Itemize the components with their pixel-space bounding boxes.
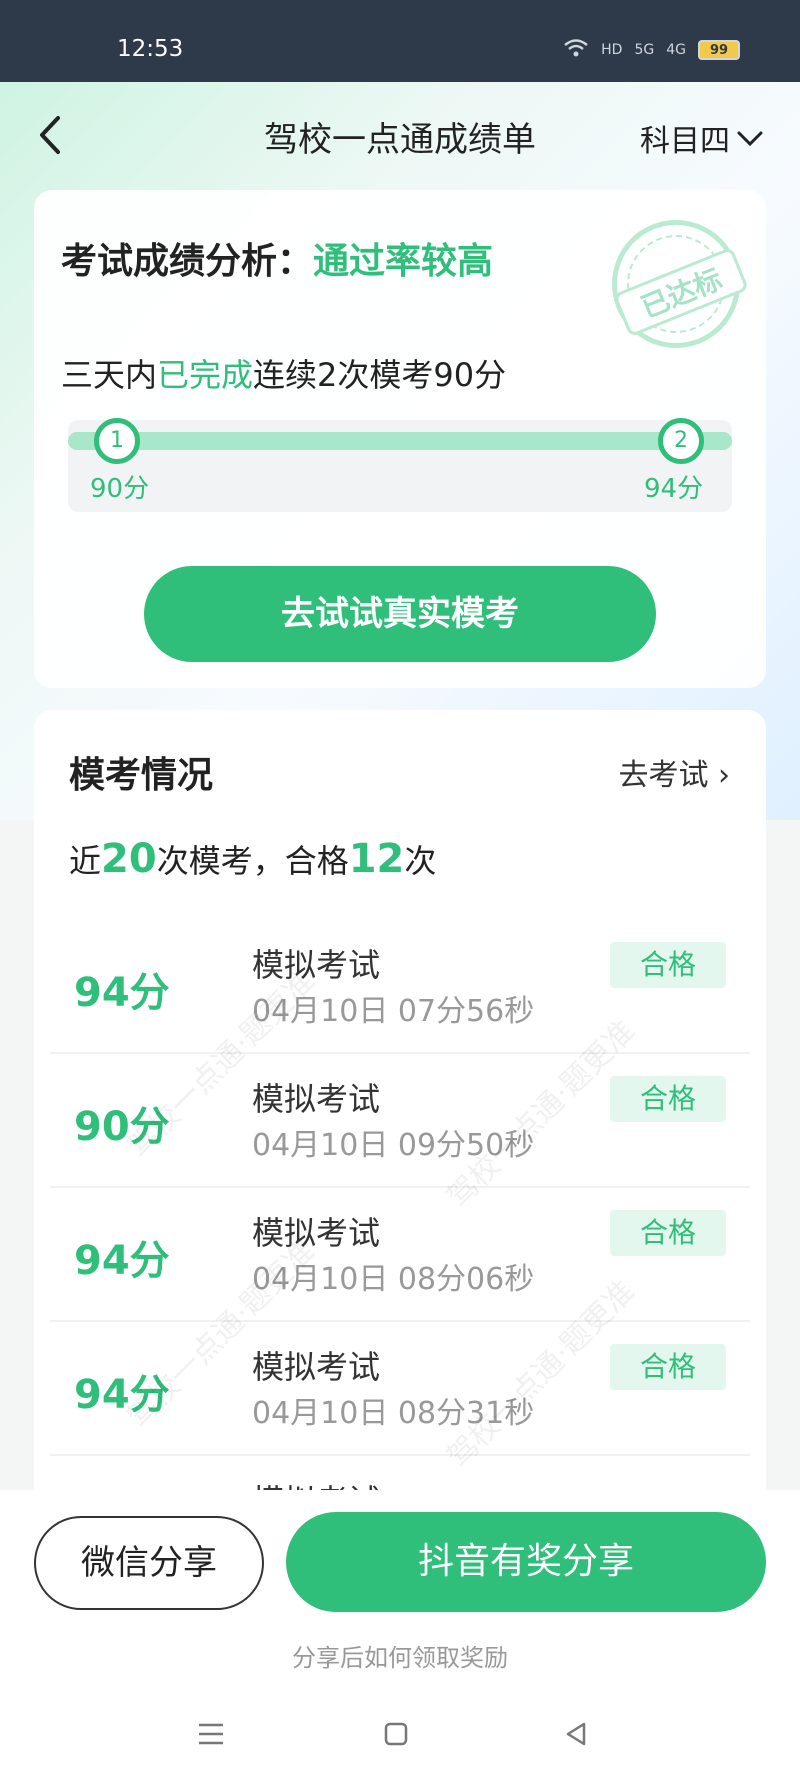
wifi-icon bbox=[563, 38, 589, 62]
streak-highlight: 已完成 bbox=[157, 356, 254, 394]
signal-4g-icon: 4G bbox=[666, 42, 686, 58]
mock-exam-list: 94分 模拟考试 04月10日 07分56秒 合格 90分 模拟考试 04月10… bbox=[50, 920, 750, 1510]
battery-icon: 99 bbox=[698, 40, 740, 60]
pass-badge: 合格 bbox=[610, 1210, 726, 1256]
row-time: 04月10日 07分56秒 bbox=[252, 994, 535, 1029]
row-time: 04月10日 09分50秒 bbox=[252, 1128, 535, 1163]
chevron-down-icon bbox=[736, 121, 764, 156]
streak-progress: 1 2 90分 94分 bbox=[68, 418, 732, 512]
analysis-card: 考试成绩分析：通过率较高 已达标 三天内已完成连续2次模考90分 1 2 90分… bbox=[34, 190, 766, 688]
streak-text: 三天内已完成连续2次模考90分 bbox=[61, 350, 506, 396]
analysis-title-highlight: 通过率较高 bbox=[313, 241, 494, 282]
pass-badge: 合格 bbox=[610, 1344, 726, 1390]
progress-node-1: 1 bbox=[94, 418, 140, 464]
signal-5g-icon: 5G bbox=[634, 42, 655, 58]
summary-part-a: 近 bbox=[69, 842, 102, 880]
summary-pass-count: 12 bbox=[348, 836, 405, 882]
row-score: 90分 bbox=[74, 1104, 170, 1150]
try-real-exam-button[interactable]: 去试试真实模考 bbox=[144, 566, 656, 662]
pass-badge: 合格 bbox=[610, 942, 726, 988]
row-name: 模拟考试 bbox=[252, 946, 381, 984]
progress-track bbox=[68, 432, 732, 450]
bottom-share-bar: 微信分享 抖音有奖分享 分享后如何领取奖励 bbox=[0, 1490, 800, 1778]
progress-score-1: 90分 bbox=[90, 474, 150, 504]
hd-icon: HD bbox=[601, 42, 623, 58]
summary-part-c: 次 bbox=[404, 842, 437, 880]
mock-summary: 近20次模考，合格12次 bbox=[69, 836, 436, 882]
pass-badge: 合格 bbox=[610, 1076, 726, 1122]
summary-count: 20 bbox=[101, 836, 157, 882]
list-item[interactable]: 94分 模拟考试 04月10日 07分56秒 合格 bbox=[50, 920, 750, 1054]
status-icons: HD 5G 4G 99 bbox=[563, 38, 740, 62]
status-time: 12:53 bbox=[117, 36, 184, 62]
row-name: 模拟考试 bbox=[252, 1348, 381, 1386]
row-name: 模拟考试 bbox=[252, 1214, 381, 1252]
row-score: 94分 bbox=[74, 970, 170, 1016]
row-name: 模拟考试 bbox=[252, 1080, 381, 1118]
analysis-title: 考试成绩分析：通过率较高 bbox=[61, 232, 493, 284]
mock-exam-card: 模考情况 去考试 › 近20次模考，合格12次 94分 模拟考试 04月10日 … bbox=[34, 710, 766, 1510]
list-item[interactable]: 90分 模拟考试 04月10日 09分50秒 合格 bbox=[50, 1054, 750, 1188]
subject-label: 科目四 bbox=[640, 124, 730, 159]
system-nav-bar bbox=[0, 1710, 800, 1760]
douyin-share-button[interactable]: 抖音有奖分享 bbox=[286, 1512, 766, 1612]
subject-selector[interactable]: 科目四 bbox=[640, 116, 764, 160]
summary-part-b: 次模考，合格 bbox=[156, 842, 349, 880]
share-reward-hint[interactable]: 分享后如何领取奖励 bbox=[0, 1638, 800, 1673]
go-exam-link[interactable]: 去考试 › bbox=[618, 750, 730, 794]
list-item[interactable]: 94分 模拟考试 04月10日 08分31秒 合格 bbox=[50, 1322, 750, 1456]
row-time: 04月10日 08分31秒 bbox=[252, 1396, 535, 1431]
home-icon[interactable] bbox=[382, 1720, 410, 1756]
wechat-share-button[interactable]: 微信分享 bbox=[34, 1516, 264, 1610]
mock-section-title: 模考情况 bbox=[69, 755, 214, 796]
progress-score-2: 94分 bbox=[644, 474, 704, 504]
nav-bar: 驾校一点通成绩单 科目四 bbox=[0, 82, 800, 192]
back-nav-icon[interactable] bbox=[562, 1720, 590, 1756]
row-time: 04月10日 08分06秒 bbox=[252, 1262, 535, 1297]
menu-icon[interactable] bbox=[196, 1720, 226, 1756]
progress-node-2: 2 bbox=[658, 418, 704, 464]
achieved-stamp: 已达标 bbox=[612, 220, 749, 348]
list-item[interactable]: 94分 模拟考试 04月10日 08分06秒 合格 bbox=[50, 1188, 750, 1322]
analysis-title-prefix: 考试成绩分析： bbox=[61, 241, 314, 282]
row-score: 94分 bbox=[74, 1238, 170, 1284]
row-score: 94分 bbox=[74, 1372, 170, 1418]
streak-part-a: 三天内 bbox=[61, 356, 158, 394]
status-bar: 12:53 HD 5G 4G 99 bbox=[0, 0, 800, 82]
streak-part-c: 连续2次模考90分 bbox=[253, 356, 507, 394]
